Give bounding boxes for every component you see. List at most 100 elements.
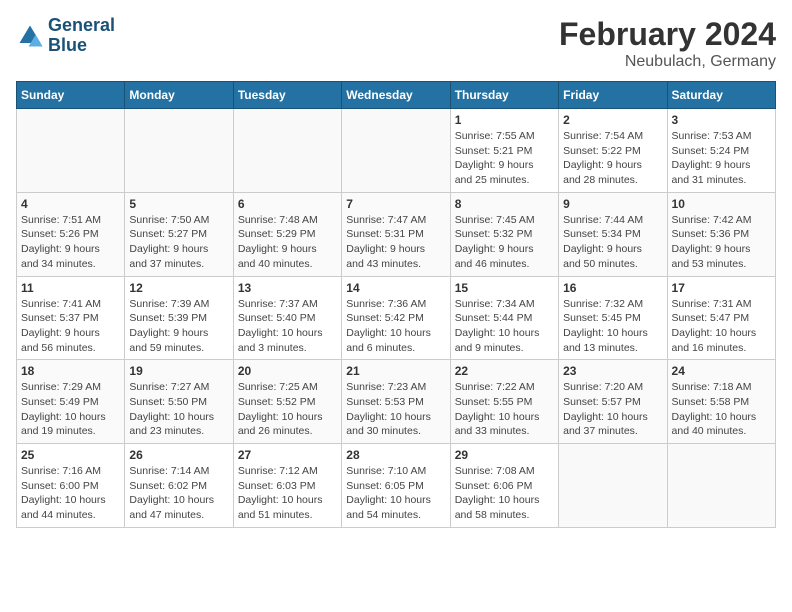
calendar-cell: 19 Sunrise: 7:27 AM Sunset: 5:50 PM Dayli… [125,360,233,444]
calendar-cell: 3Sunrise: 7:53 AM Sunset: 5:24 PM Daylig… [667,109,775,193]
day-number: 11 [21,281,120,295]
day-info: Sunrise: 7:22 AM Sunset: 5:55 PM Dayligh… [455,380,554,439]
calendar-cell [125,109,233,193]
day-number: 1 [455,113,554,127]
day-info: Sunrise: 7:08 AM Sunset: 6:06 PM Dayligh… [455,464,554,523]
day-number: 18 [21,364,120,378]
day-number: 4 [21,197,120,211]
day-info: Sunrise: 7:32 AM Sunset: 5:45 PM Dayligh… [563,297,662,356]
day-number: 6 [238,197,337,211]
day-number: 9 [563,197,662,211]
calendar-cell: 25 Sunrise: 7:16 AM Sunset: 6:00 PM Dayli… [17,444,125,528]
calendar-week-row: 4 Sunrise: 7:51 AM Sunset: 5:26 PM Daylig… [17,192,776,276]
calendar-cell [233,109,341,193]
day-info: Sunrise: 7:42 AM Sunset: 5:36 PM Dayligh… [672,213,771,272]
calendar-cell: 6 Sunrise: 7:48 AM Sunset: 5:29 PM Daylig… [233,192,341,276]
calendar-cell: 10 Sunrise: 7:42 AM Sunset: 5:36 PM Dayli… [667,192,775,276]
logo-text: General Blue [48,16,115,56]
calendar-day-header: Tuesday [233,82,341,109]
calendar-cell [342,109,450,193]
day-number: 16 [563,281,662,295]
calendar-cell: 14Sunrise: 7:36 AM Sunset: 5:42 PM Dayli… [342,276,450,360]
calendar-cell: 8 Sunrise: 7:45 AM Sunset: 5:32 PM Daylig… [450,192,558,276]
calendar-cell: 23 Sunrise: 7:20 AM Sunset: 5:57 PM Dayli… [559,360,667,444]
page-header: General Blue February 2024 Neubulach, Ge… [16,16,776,71]
day-info: Sunrise: 7:37 AM Sunset: 5:40 PM Dayligh… [238,297,337,356]
day-info: Sunrise: 7:31 AM Sunset: 5:47 PM Dayligh… [672,297,771,356]
calendar-cell [667,444,775,528]
calendar-week-row: 1Sunrise: 7:55 AM Sunset: 5:21 PM Daylig… [17,109,776,193]
calendar-cell [17,109,125,193]
day-info: Sunrise: 7:53 AM Sunset: 5:24 PM Dayligh… [672,129,771,188]
day-info: Sunrise: 7:39 AM Sunset: 5:39 PM Dayligh… [129,297,228,356]
day-info: Sunrise: 7:14 AM Sunset: 6:02 PM Dayligh… [129,464,228,523]
calendar-cell: 5 Sunrise: 7:50 AM Sunset: 5:27 PM Daylig… [125,192,233,276]
day-number: 20 [238,364,337,378]
day-number: 12 [129,281,228,295]
day-number: 25 [21,448,120,462]
day-info: Sunrise: 7:51 AM Sunset: 5:26 PM Dayligh… [21,213,120,272]
calendar-cell: 9Sunrise: 7:44 AM Sunset: 5:34 PM Daylig… [559,192,667,276]
day-number: 21 [346,364,445,378]
calendar-week-row: 11 Sunrise: 7:41 AM Sunset: 5:37 PM Dayli… [17,276,776,360]
calendar-cell: 28 Sunrise: 7:10 AM Sunset: 6:05 PM Dayli… [342,444,450,528]
calendar-cell: 27Sunrise: 7:12 AM Sunset: 6:03 PM Dayli… [233,444,341,528]
calendar-cell: 15Sunrise: 7:34 AM Sunset: 5:44 PM Dayli… [450,276,558,360]
calendar-week-row: 25 Sunrise: 7:16 AM Sunset: 6:00 PM Dayli… [17,444,776,528]
day-info: Sunrise: 7:10 AM Sunset: 6:05 PM Dayligh… [346,464,445,523]
day-info: Sunrise: 7:29 AM Sunset: 5:49 PM Dayligh… [21,380,120,439]
day-number: 13 [238,281,337,295]
day-info: Sunrise: 7:16 AM Sunset: 6:00 PM Dayligh… [21,464,120,523]
day-info: Sunrise: 7:25 AM Sunset: 5:52 PM Dayligh… [238,380,337,439]
calendar-cell: 4 Sunrise: 7:51 AM Sunset: 5:26 PM Daylig… [17,192,125,276]
day-info: Sunrise: 7:27 AM Sunset: 5:50 PM Dayligh… [129,380,228,439]
day-info: Sunrise: 7:45 AM Sunset: 5:32 PM Dayligh… [455,213,554,272]
day-number: 10 [672,197,771,211]
calendar-header-row: SundayMondayTuesdayWednesdayThursdayFrid… [17,82,776,109]
calendar-cell: 24 Sunrise: 7:18 AM Sunset: 5:58 PM Dayli… [667,360,775,444]
day-info: Sunrise: 7:47 AM Sunset: 5:31 PM Dayligh… [346,213,445,272]
calendar-cell: 7Sunrise: 7:47 AM Sunset: 5:31 PM Daylig… [342,192,450,276]
calendar-cell [559,444,667,528]
day-number: 17 [672,281,771,295]
day-number: 2 [563,113,662,127]
calendar-day-header: Thursday [450,82,558,109]
day-number: 24 [672,364,771,378]
day-info: Sunrise: 7:18 AM Sunset: 5:58 PM Dayligh… [672,380,771,439]
calendar-cell: 29Sunrise: 7:08 AM Sunset: 6:06 PM Dayli… [450,444,558,528]
calendar-cell: 22Sunrise: 7:22 AM Sunset: 5:55 PM Dayli… [450,360,558,444]
logo: General Blue [16,16,115,56]
calendar-cell: 13 Sunrise: 7:37 AM Sunset: 5:40 PM Dayli… [233,276,341,360]
day-info: Sunrise: 7:48 AM Sunset: 5:29 PM Dayligh… [238,213,337,272]
day-number: 28 [346,448,445,462]
day-number: 8 [455,197,554,211]
day-info: Sunrise: 7:34 AM Sunset: 5:44 PM Dayligh… [455,297,554,356]
calendar-day-header: Wednesday [342,82,450,109]
day-number: 19 [129,364,228,378]
calendar-cell: 26 Sunrise: 7:14 AM Sunset: 6:02 PM Dayli… [125,444,233,528]
day-number: 26 [129,448,228,462]
day-number: 23 [563,364,662,378]
calendar-cell: 1Sunrise: 7:55 AM Sunset: 5:21 PM Daylig… [450,109,558,193]
calendar-cell: 12 Sunrise: 7:39 AM Sunset: 5:39 PM Dayli… [125,276,233,360]
day-info: Sunrise: 7:41 AM Sunset: 5:37 PM Dayligh… [21,297,120,356]
calendar-cell: 17 Sunrise: 7:31 AM Sunset: 5:47 PM Dayli… [667,276,775,360]
logo-line1: General [48,16,115,36]
day-number: 27 [238,448,337,462]
day-info: Sunrise: 7:36 AM Sunset: 5:42 PM Dayligh… [346,297,445,356]
location-subtitle: Neubulach, Germany [559,53,776,71]
calendar-day-header: Saturday [667,82,775,109]
logo-line2: Blue [48,36,115,56]
day-info: Sunrise: 7:20 AM Sunset: 5:57 PM Dayligh… [563,380,662,439]
calendar-cell: 2 Sunrise: 7:54 AM Sunset: 5:22 PM Daylig… [559,109,667,193]
calendar-day-header: Sunday [17,82,125,109]
calendar-day-header: Monday [125,82,233,109]
day-number: 5 [129,197,228,211]
day-info: Sunrise: 7:23 AM Sunset: 5:53 PM Dayligh… [346,380,445,439]
calendar-cell: 20 Sunrise: 7:25 AM Sunset: 5:52 PM Dayli… [233,360,341,444]
calendar-day-header: Friday [559,82,667,109]
calendar-cell: 11 Sunrise: 7:41 AM Sunset: 5:37 PM Dayli… [17,276,125,360]
day-info: Sunrise: 7:54 AM Sunset: 5:22 PM Dayligh… [563,129,662,188]
day-info: Sunrise: 7:50 AM Sunset: 5:27 PM Dayligh… [129,213,228,272]
month-title: February 2024 [559,16,776,53]
